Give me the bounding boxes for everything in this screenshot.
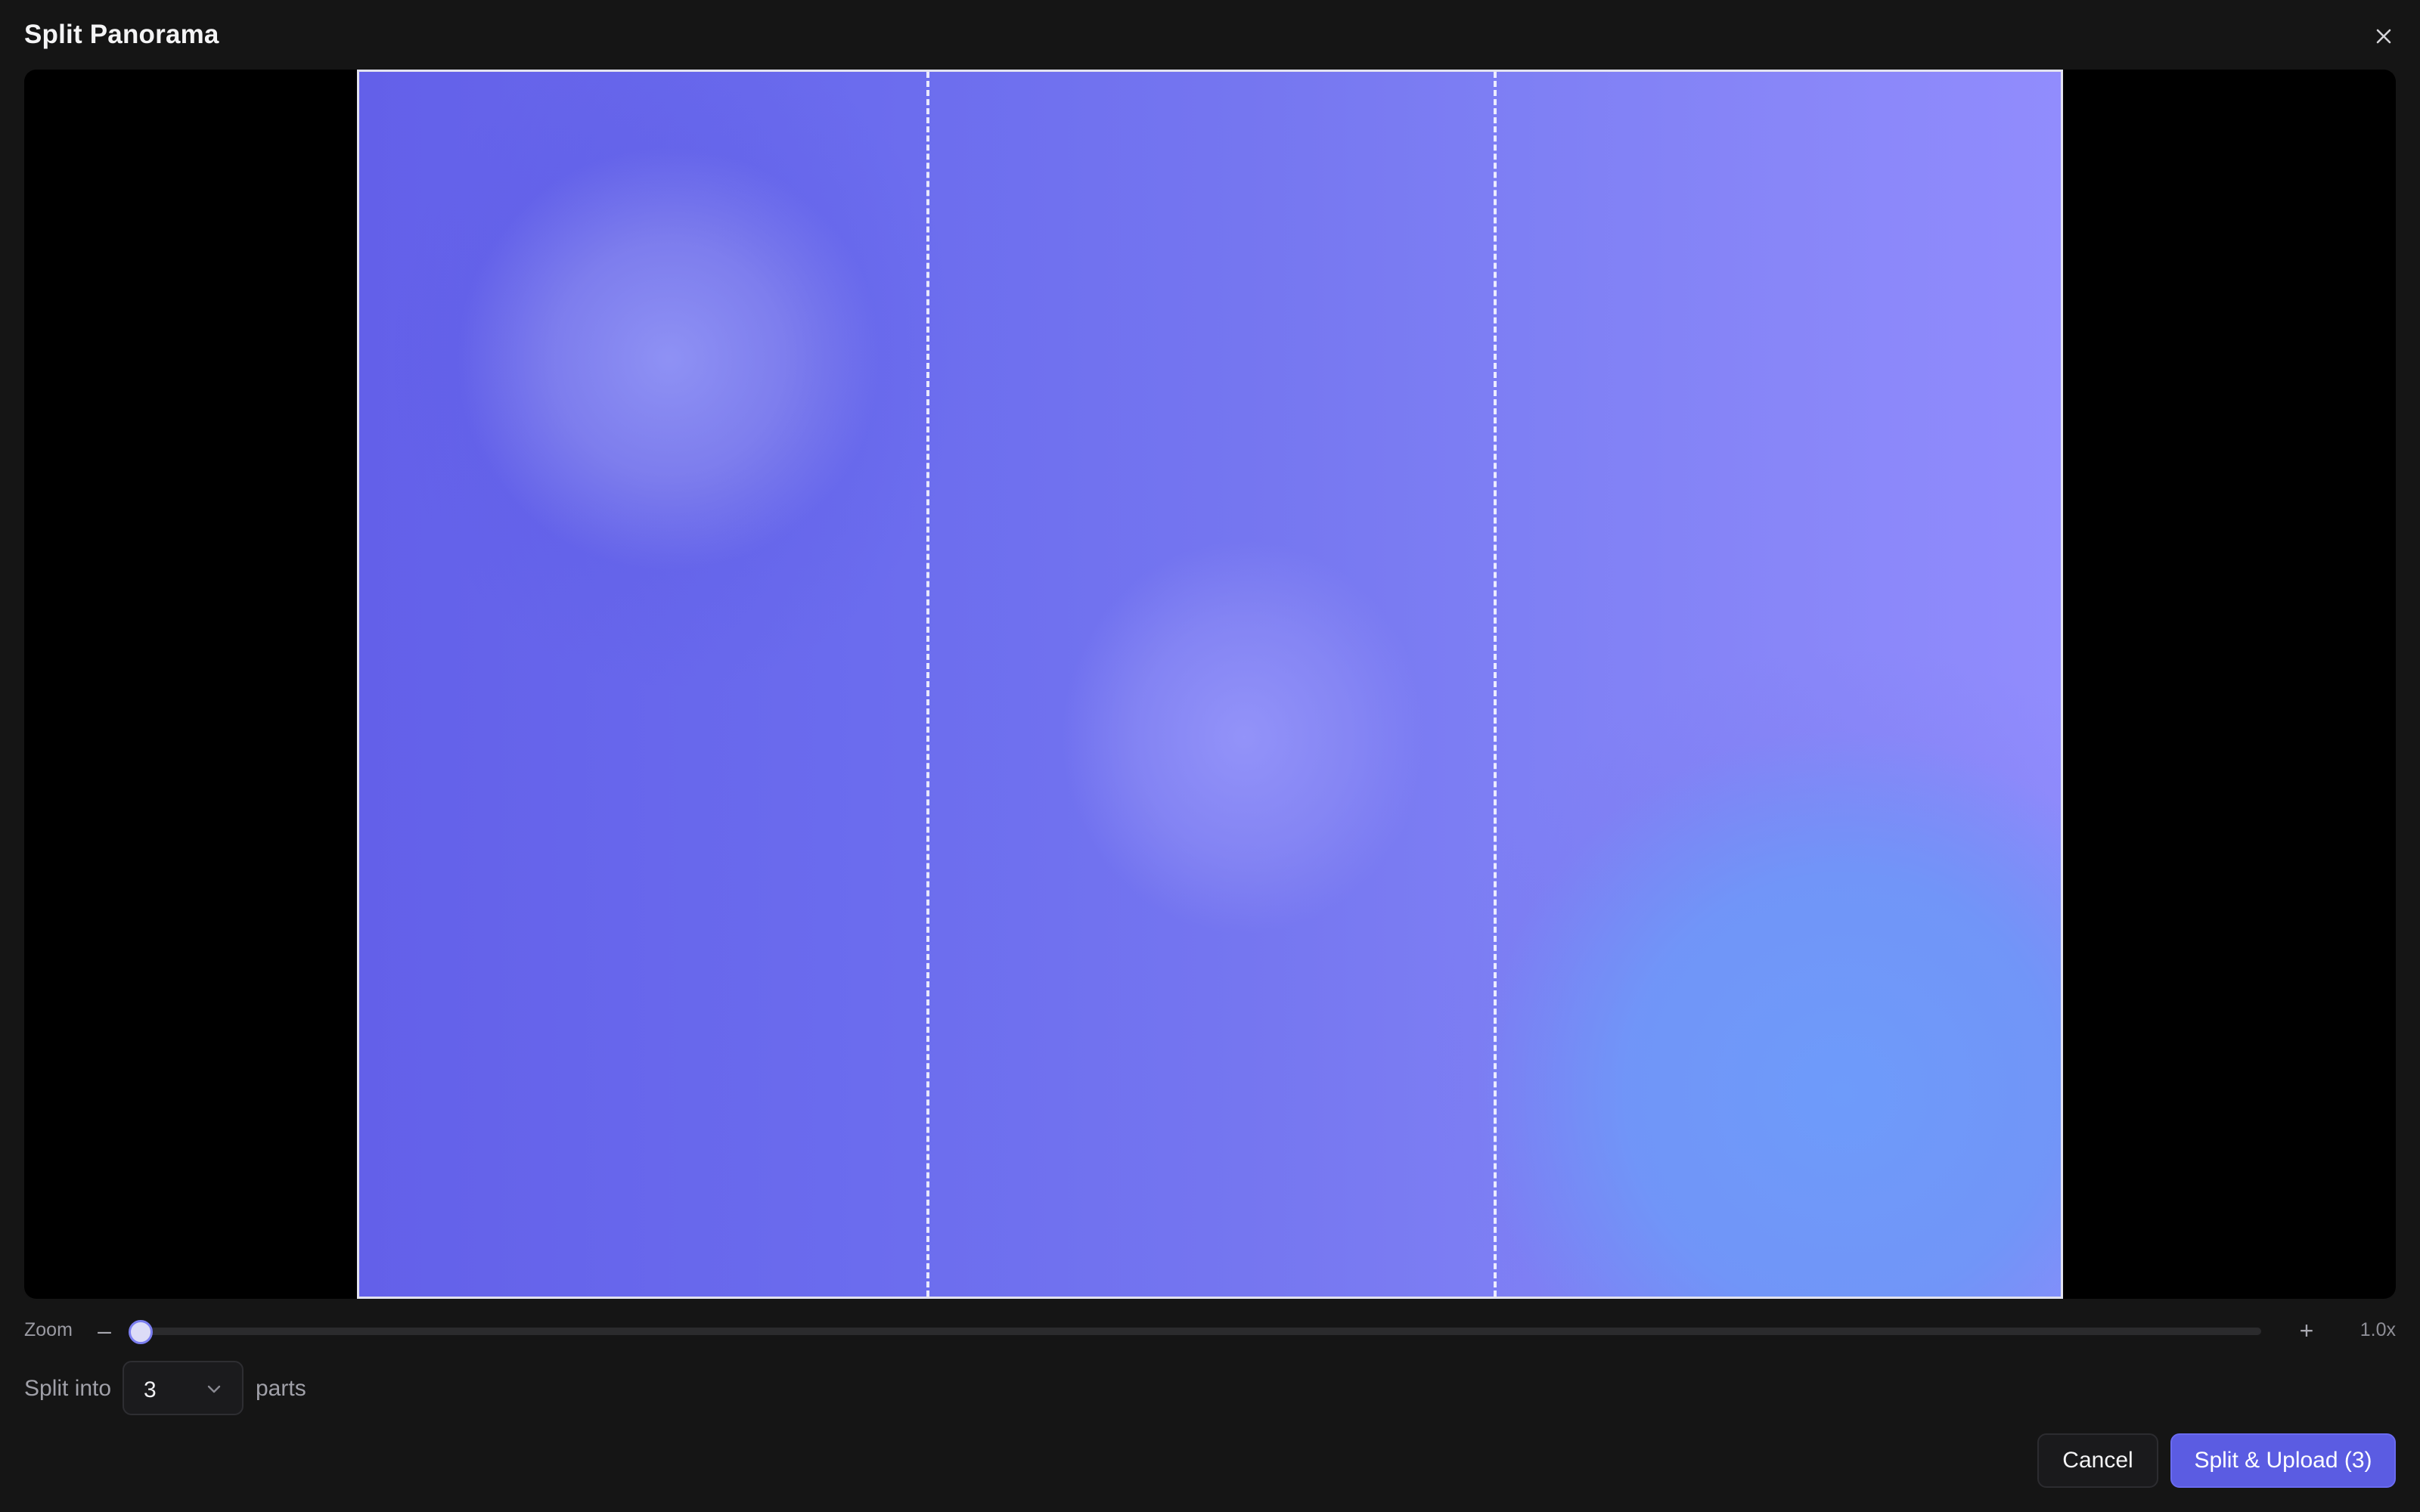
panorama-preview-viewport[interactable] — [24, 70, 2396, 1299]
zoom-control: Zoom – + 1.0x — [24, 1315, 2396, 1346]
image-light-spot — [458, 147, 881, 571]
zoom-value: 1.0x — [2360, 1319, 2396, 1340]
dialog-title: Split Panorama — [24, 20, 219, 49]
zoom-in-button[interactable]: + — [2291, 1315, 2322, 1346]
chevron-down-icon — [207, 1385, 221, 1393]
panorama-image[interactable] — [357, 70, 2063, 1299]
parts-label: parts — [256, 1376, 306, 1401]
split-count-value: 3 — [144, 1377, 157, 1402]
split-count-select[interactable]: 3 — [123, 1361, 244, 1415]
zoom-slider-thumb[interactable] — [129, 1320, 153, 1344]
split-guide-line — [926, 72, 929, 1297]
zoom-out-button[interactable]: – — [89, 1315, 119, 1346]
split-into-label: Split into — [24, 1376, 112, 1401]
image-light-spot — [1063, 541, 1426, 934]
cancel-button[interactable]: Cancel — [2037, 1433, 2158, 1488]
close-icon — [2376, 29, 2391, 44]
close-button[interactable] — [2366, 21, 2402, 51]
split-guide-line — [1494, 72, 1497, 1297]
zoom-slider[interactable] — [129, 1320, 2261, 1344]
zoom-label: Zoom — [24, 1319, 73, 1340]
split-panorama-dialog: Split Panorama Zoom – + 1.0x Split into … — [0, 0, 2420, 1512]
split-upload-button[interactable]: Split & Upload (3) — [2170, 1433, 2396, 1488]
